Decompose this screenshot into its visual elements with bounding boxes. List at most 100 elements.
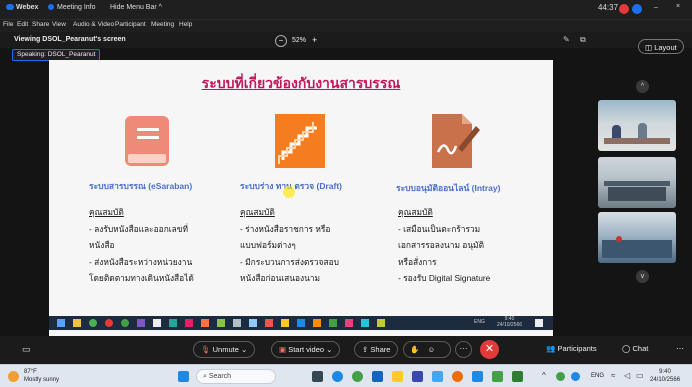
notification-icon bbox=[535, 319, 543, 327]
line: เอกสารรอลงนาม อนุมัติ bbox=[398, 240, 485, 250]
draft-stairs-icon bbox=[275, 114, 325, 168]
webex-icon bbox=[6, 4, 14, 11]
app-icon bbox=[329, 319, 337, 327]
task-view-icon[interactable] bbox=[312, 371, 323, 382]
start-icon bbox=[57, 319, 65, 327]
end-call-button[interactable]: ✕ bbox=[480, 340, 499, 359]
emoji-icon[interactable]: ☺ bbox=[427, 345, 435, 354]
chrome-icon[interactable] bbox=[352, 371, 363, 382]
battery-icon[interactable]: ▭ bbox=[636, 371, 644, 380]
search-icon: ⌕ bbox=[203, 373, 207, 380]
os-taskbar: 87°F Mostly sunny ⌕ Search ^ ENG ≈ ◁ ▭ 9… bbox=[0, 364, 692, 387]
chevron-down-icon: ⌄ bbox=[240, 345, 248, 354]
share-icon: ⇪ bbox=[362, 345, 369, 354]
line: - ร่างหนังสือราชการ หรือ bbox=[240, 223, 331, 234]
close-icon[interactable]: × bbox=[676, 3, 680, 10]
presentation-slide: ระบบที่เกี่ยวข้องกับงานสารบรรณ ระบบสารบร… bbox=[49, 60, 553, 340]
popout-icon[interactable]: ⧉ bbox=[580, 35, 586, 45]
menu-file[interactable]: File bbox=[3, 21, 13, 28]
app-icon bbox=[153, 319, 161, 327]
people-icon: 👥 bbox=[546, 344, 556, 353]
app-icon bbox=[233, 319, 241, 327]
menu-bar: File Edit Share View Audio & Video Parti… bbox=[0, 20, 692, 32]
zoom-in-button[interactable]: + bbox=[312, 35, 317, 45]
zoom-out-button[interactable]: − bbox=[275, 35, 287, 47]
more-icon[interactable]: ⋯ bbox=[676, 344, 684, 353]
file-explorer-icon[interactable] bbox=[392, 371, 403, 382]
app-icon[interactable] bbox=[412, 371, 423, 382]
webex-logo: Webex bbox=[6, 4, 38, 11]
participant-video[interactable] bbox=[598, 100, 676, 151]
meeting-controls: ▭ 🎙 Unmute ⌄ ▣ Start video ⌄ ⇪ Share ✋ ☺… bbox=[0, 336, 692, 364]
viewing-label: Viewing DSOL_Pearanut's screen bbox=[14, 36, 126, 43]
weather-widget[interactable]: 87°F Mostly sunny bbox=[24, 368, 59, 384]
annotate-icon[interactable]: ✎ bbox=[563, 35, 570, 44]
menu-view[interactable]: View bbox=[52, 21, 66, 28]
participants-button[interactable]: 👥 Participants bbox=[546, 344, 597, 353]
menu-share[interactable]: Share bbox=[32, 21, 49, 28]
app-icon[interactable] bbox=[432, 371, 443, 382]
reactions-group: ✋ ☺ bbox=[403, 341, 451, 358]
clock[interactable]: 9:40 24/10/2566 bbox=[650, 368, 680, 384]
layout-icon: ◫ bbox=[645, 43, 653, 52]
video-off-icon: ▣ bbox=[279, 345, 287, 354]
chevron-down-icon: ⌄ bbox=[326, 345, 333, 354]
props-label: คุณสมบัติ bbox=[240, 207, 275, 217]
more-options-button[interactable]: ··· bbox=[455, 341, 472, 358]
menu-participant[interactable]: Participant bbox=[115, 21, 146, 28]
chevron-up-icon[interactable]: ^ bbox=[636, 80, 649, 93]
taskbar-search[interactable]: ⌕ Search bbox=[196, 369, 276, 384]
props-label: คุณสมบัติ bbox=[89, 207, 124, 217]
person-shape bbox=[638, 123, 647, 139]
chevron-up-icon: ^ bbox=[158, 4, 162, 11]
zoom-level: 52% bbox=[292, 37, 307, 44]
hide-menu-bar-button[interactable]: Hide Menu Bar ^ bbox=[110, 4, 162, 11]
chevron-down-icon[interactable]: v bbox=[636, 270, 649, 283]
meeting-info-button[interactable]: Meeting Info bbox=[48, 4, 96, 11]
menu-edit[interactable]: Edit bbox=[17, 21, 28, 28]
app-icon[interactable] bbox=[372, 371, 383, 382]
line: - ลงรับหนังสือและออกเลขที่ bbox=[89, 223, 189, 234]
column-text-draft: คุณสมบัติ - ร่างหนังสือราชการ หรือ แบบฟอ… bbox=[240, 204, 339, 287]
audience-shape bbox=[608, 187, 666, 201]
volume-icon[interactable]: ◁ bbox=[624, 371, 630, 380]
app-icon bbox=[185, 319, 193, 327]
captions-icon[interactable]: ▭ bbox=[22, 344, 31, 355]
app-icon bbox=[105, 319, 113, 327]
app-icon bbox=[73, 319, 81, 327]
unmute-button[interactable]: 🎙 Unmute ⌄ bbox=[193, 341, 256, 358]
windows-start-icon[interactable] bbox=[178, 371, 189, 382]
audience-shape bbox=[602, 240, 672, 258]
line-app-icon[interactable] bbox=[492, 371, 503, 382]
recording-icon bbox=[619, 4, 629, 14]
app-icon bbox=[313, 319, 321, 327]
slide-title: ระบบที่เกี่ยวข้องกับงานสารบรรณ bbox=[201, 75, 401, 91]
tray-icon bbox=[571, 372, 580, 381]
chat-button[interactable]: ◯ Chat bbox=[622, 344, 648, 353]
chevron-up-icon[interactable]: ^ bbox=[542, 371, 546, 380]
layout-button[interactable]: ◫ Layout bbox=[638, 39, 684, 54]
participant-video[interactable] bbox=[598, 157, 676, 208]
title-bar: Webex Meeting Info Hide Menu Bar ^ 44:37… bbox=[0, 0, 692, 20]
app-icon[interactable] bbox=[452, 371, 463, 382]
participant-video[interactable] bbox=[598, 212, 676, 263]
raise-hand-icon[interactable]: ✋ bbox=[410, 345, 419, 354]
mic-muted-icon: 🎙 bbox=[201, 345, 211, 354]
app-icon bbox=[249, 319, 257, 327]
app-icon bbox=[265, 319, 273, 327]
app-icon[interactable] bbox=[472, 371, 483, 382]
menu-audio-video[interactable]: Audio & Video bbox=[73, 21, 114, 28]
keyboard-language[interactable]: ENG bbox=[591, 373, 604, 379]
person-shape bbox=[612, 125, 621, 139]
app-icon[interactable] bbox=[512, 371, 523, 382]
start-video-button[interactable]: ▣ Start video ⌄ bbox=[271, 341, 341, 358]
minimize-icon[interactable]: – bbox=[654, 4, 658, 11]
app-icon bbox=[169, 319, 177, 327]
info-icon bbox=[48, 4, 54, 11]
menu-meeting[interactable]: Meeting bbox=[151, 21, 174, 28]
props-label: คุณสมบัติ bbox=[398, 207, 433, 217]
share-button[interactable]: ⇪ Share bbox=[354, 341, 399, 358]
menu-help[interactable]: Help bbox=[179, 21, 192, 28]
wifi-icon[interactable]: ≈ bbox=[611, 371, 615, 380]
edge-icon[interactable] bbox=[332, 371, 343, 382]
